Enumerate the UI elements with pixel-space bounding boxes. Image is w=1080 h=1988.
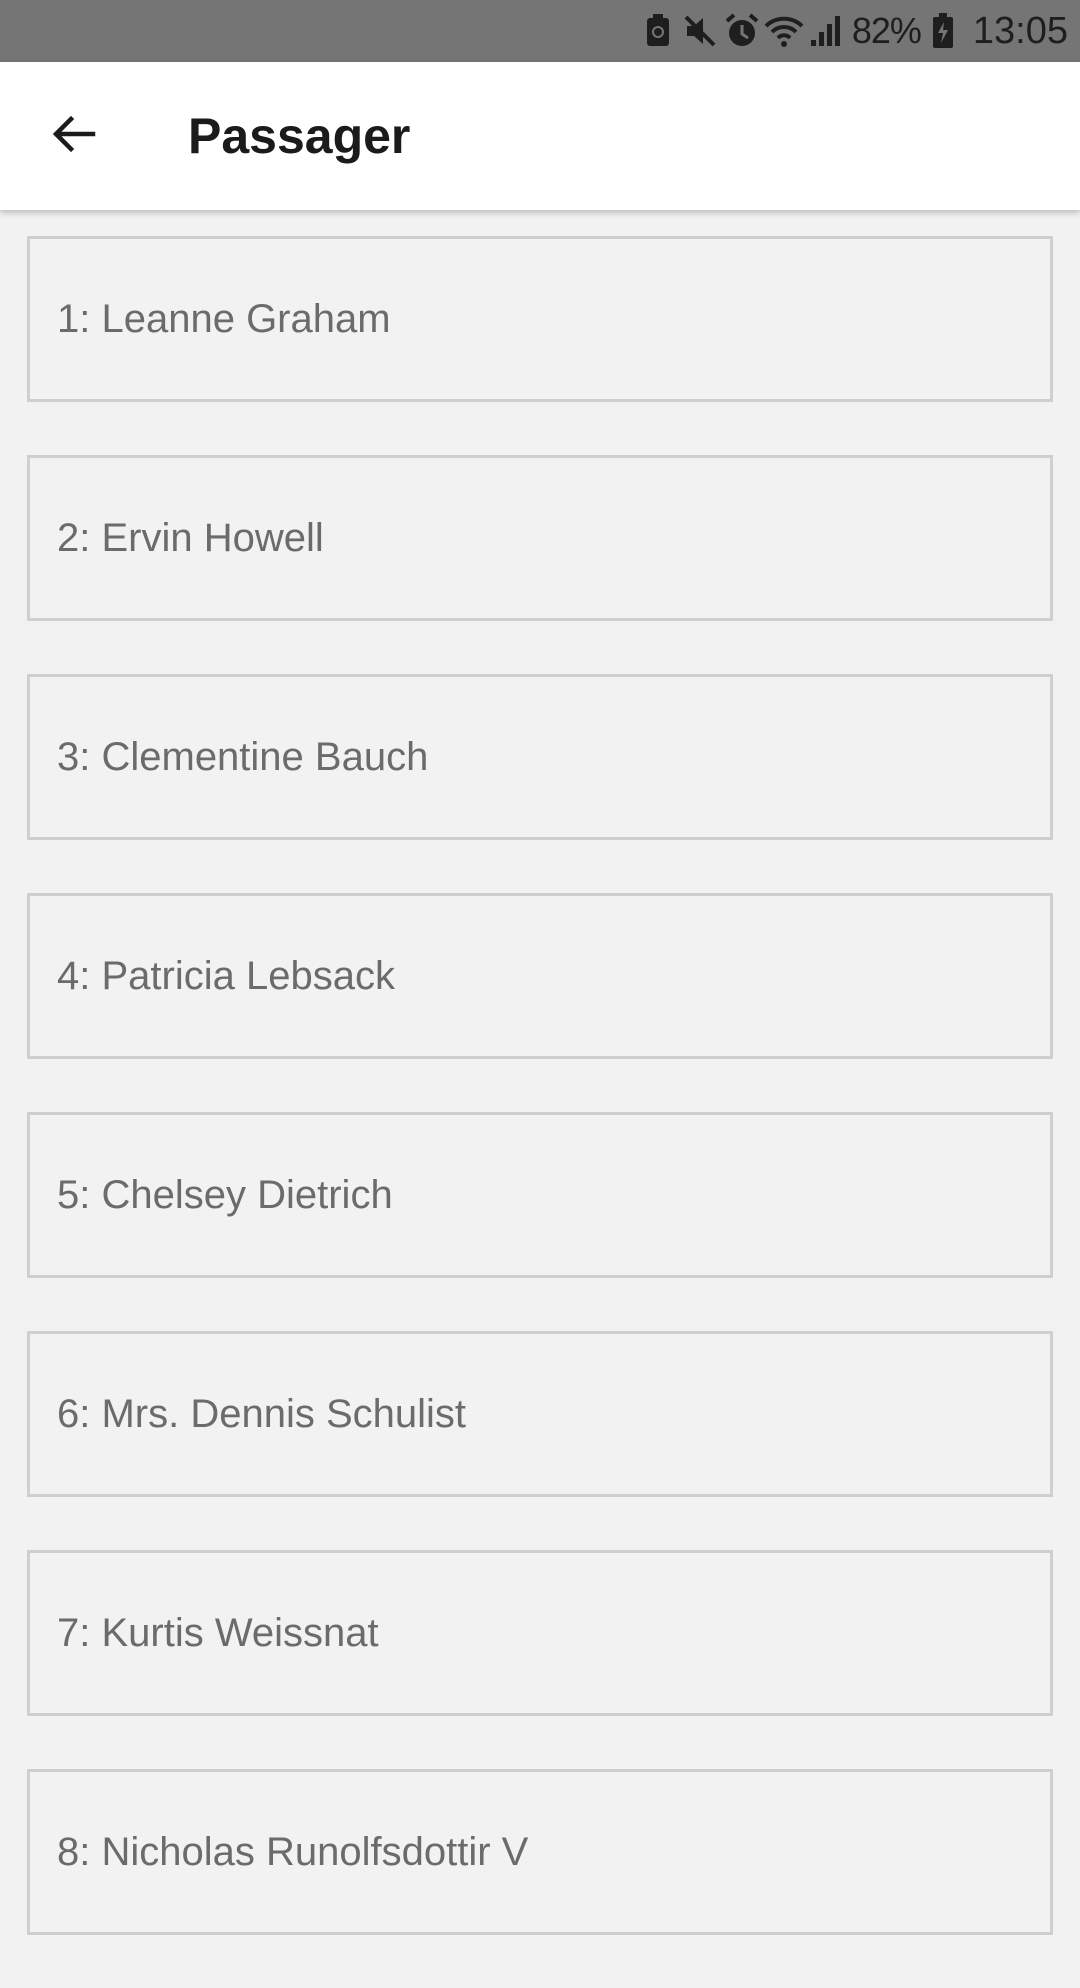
wifi-icon <box>764 11 804 51</box>
passenger-item-6[interactable]: 6: Mrs. Dennis Schulist <box>27 1331 1053 1497</box>
passenger-item-4[interactable]: 4: Patricia Lebsack <box>27 893 1053 1059</box>
passenger-list: 1: Leanne Graham 2: Ervin Howell 3: Clem… <box>27 236 1053 1988</box>
passenger-item-2[interactable]: 2: Ervin Howell <box>27 455 1053 621</box>
passenger-item-5[interactable]: 5: Chelsey Dietrich <box>27 1112 1053 1278</box>
passenger-label: 3: Clementine Bauch <box>57 734 429 779</box>
signal-icon <box>806 11 846 51</box>
passenger-label: 8: Nicholas Runolfsdottir V <box>57 1829 529 1874</box>
passenger-label: 4: Patricia Lebsack <box>57 953 395 998</box>
passenger-item-1[interactable]: 1: Leanne Graham <box>27 236 1053 402</box>
passenger-label: 2: Ervin Howell <box>57 515 324 560</box>
passenger-label: 7: Kurtis Weissnat <box>57 1610 379 1655</box>
muted-icon <box>680 11 720 51</box>
android-notification-icon <box>638 11 678 51</box>
back-button[interactable] <box>28 91 118 181</box>
passenger-label: 5: Chelsey Dietrich <box>57 1172 393 1217</box>
battery-percentage: 82% <box>851 10 922 51</box>
page-title: Passager <box>188 108 411 164</box>
passenger-item-8[interactable]: 8: Nicholas Runolfsdottir V <box>27 1769 1053 1935</box>
arrow-back-icon <box>49 110 97 163</box>
battery-charging-icon <box>923 11 963 51</box>
app-bar: Passager <box>0 62 1080 210</box>
status-bar: 82% 13:05 <box>0 0 1080 62</box>
passenger-label: 6: Mrs. Dennis Schulist <box>57 1391 467 1436</box>
passenger-item-3[interactable]: 3: Clementine Bauch <box>27 674 1053 840</box>
alarm-icon <box>722 11 762 51</box>
passenger-label: 1: Leanne Graham <box>57 296 391 341</box>
passenger-item-7[interactable]: 7: Kurtis Weissnat <box>27 1550 1053 1716</box>
clock: 13:05 <box>972 9 1068 52</box>
